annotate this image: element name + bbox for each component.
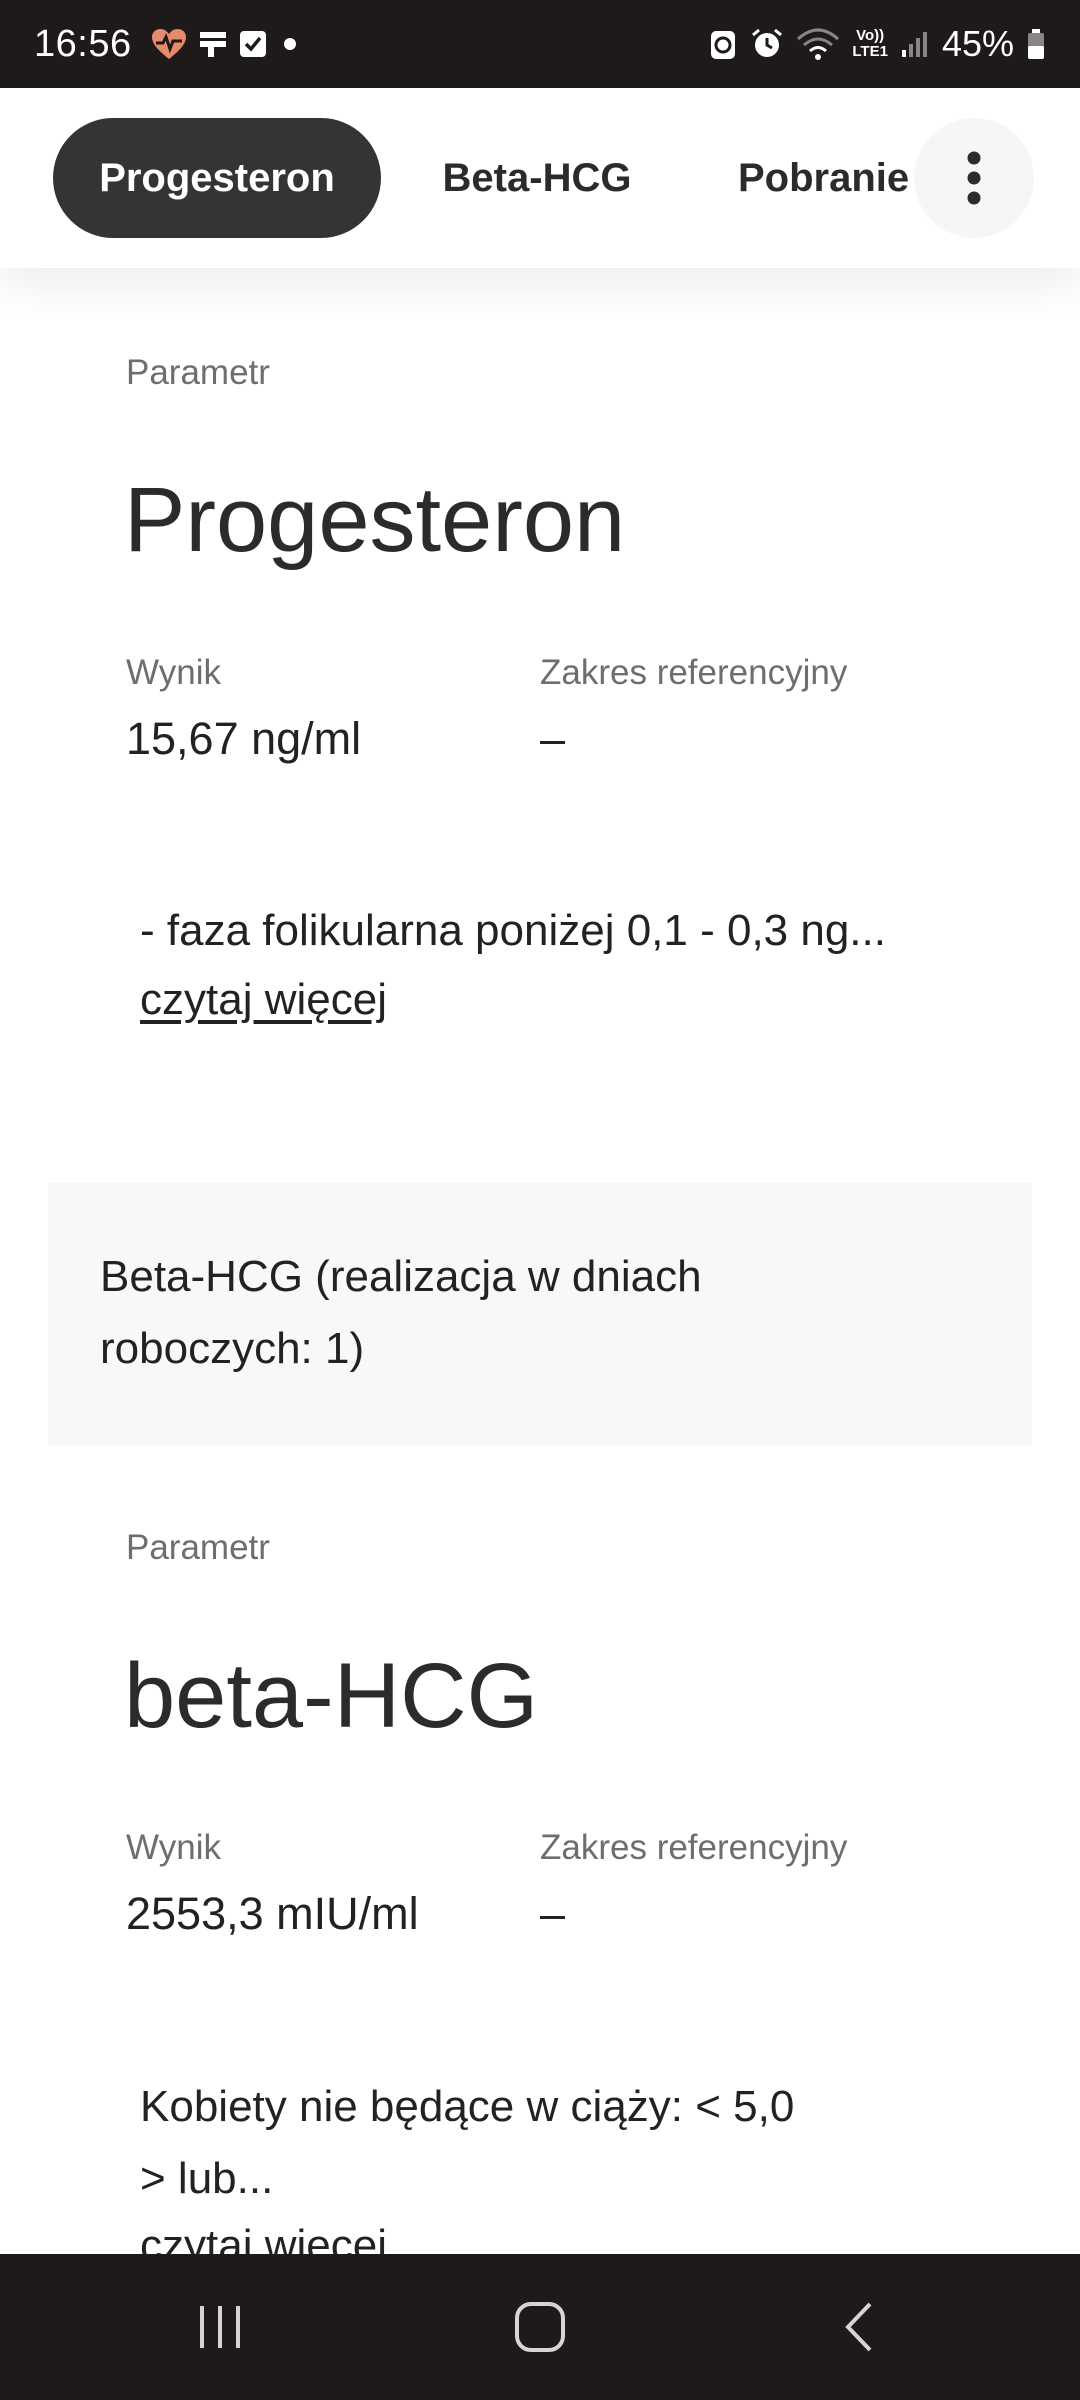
status-time: 16:56 xyxy=(34,22,132,65)
description-beta-hcg-line1: Kobiety nie będące w ciąży: < 5,0 xyxy=(140,2082,795,2131)
param-name-beta-hcg: beta-HCG xyxy=(124,1645,539,1747)
range-value-progesteron: – xyxy=(540,713,566,764)
system-nav-bar xyxy=(0,2254,1080,2400)
param-name-progesteron: Progesteron xyxy=(124,469,626,571)
result-label: Wynik xyxy=(126,1828,221,1867)
status-bar: 16:56 Vo)) LTE1 45% xyxy=(0,0,1080,88)
checkbox-icon xyxy=(238,29,268,59)
back-icon xyxy=(845,2302,872,2352)
description-progesteron: - faza folikularna poniżej 0,1 - 0,3 ng.… xyxy=(140,906,886,955)
result-label: Wynik xyxy=(126,653,221,692)
notification-icon xyxy=(198,29,228,59)
lte-label: LTE1 xyxy=(852,43,888,60)
battery-icon xyxy=(1026,27,1046,61)
battery-percentage: 45% xyxy=(941,23,1014,64)
wifi-icon xyxy=(796,27,840,61)
health-icon xyxy=(150,27,188,61)
volte-lte-icon: Vo)) LTE1 xyxy=(852,28,888,60)
tab-pobranie[interactable]: Pobranie xyxy=(700,118,950,238)
tab-beta-hcg[interactable]: Beta-HCG xyxy=(412,118,662,238)
tab-bar: Progesteron Beta-HCG Pobranie xyxy=(0,88,1080,268)
status-right-icons: Vo)) LTE1 45% xyxy=(708,23,1046,65)
description-beta-hcg-line2: > lub... xyxy=(140,2154,274,2203)
signal-icon xyxy=(900,29,930,59)
result-value-beta-hcg: 2553,3 mIU/ml xyxy=(126,1888,419,1939)
more-vertical-icon xyxy=(967,151,981,205)
home-button[interactable] xyxy=(480,2277,600,2377)
recent-apps-button[interactable] xyxy=(160,2277,280,2377)
status-left-icons xyxy=(150,27,302,61)
tab-progesteron[interactable]: Progesteron xyxy=(53,118,381,238)
home-icon xyxy=(515,2302,565,2352)
param-label: Parametr xyxy=(126,353,270,392)
recent-apps-icon xyxy=(200,2306,240,2348)
back-button[interactable] xyxy=(800,2277,920,2377)
dot-icon xyxy=(278,32,302,56)
alarm-icon xyxy=(750,27,784,61)
volte-label: Vo)) xyxy=(856,27,885,44)
result-value-progesteron: 15,67 ng/ml xyxy=(126,713,362,764)
results-content: Parametr Progesteron Wynik Zakres refere… xyxy=(0,268,1080,2254)
range-label: Zakres referencyjny xyxy=(540,1828,848,1867)
range-label: Zakres referencyjny xyxy=(540,653,848,692)
section-header-beta-hcg: Beta-HCG (realizacja w dniach roboczych:… xyxy=(48,1183,1032,1445)
param-label: Parametr xyxy=(126,1528,270,1567)
read-more-link-progesteron[interactable]: czytaj więcej xyxy=(140,975,387,1025)
read-more-link-beta-hcg[interactable]: czytaj więcej xyxy=(140,2221,387,2254)
more-options-button[interactable] xyxy=(914,118,1034,238)
range-value-beta-hcg: – xyxy=(540,1888,566,1939)
section-title: Beta-HCG (realizacja w dniach roboczych:… xyxy=(100,1252,702,1373)
recycle-icon xyxy=(708,27,738,61)
